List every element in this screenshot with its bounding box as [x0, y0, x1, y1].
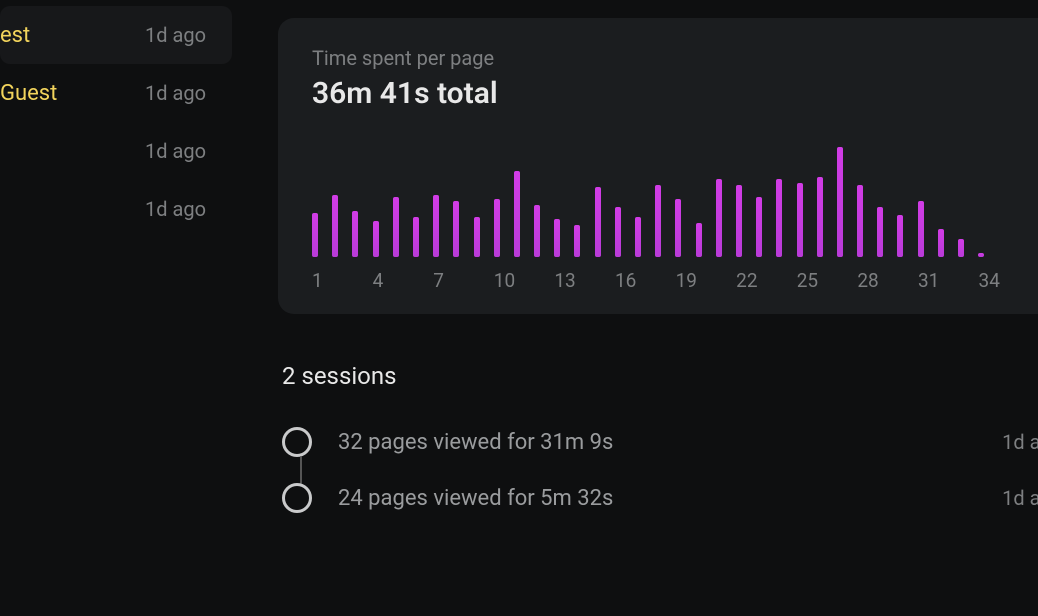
chart-bar [574, 225, 580, 257]
chart-bar [776, 179, 782, 257]
chart-x-axis: 147101316192225283134 [312, 269, 1038, 292]
time-per-page-chart [312, 137, 1038, 257]
chart-bar [978, 253, 984, 257]
card-title: 36m 41s total [312, 76, 1038, 111]
session-row-1[interactable]: 24 pages viewed for 5m 32s 1d ago [282, 470, 1038, 526]
axis-tick: 13 [554, 269, 615, 292]
card-subtitle: Time spent per page [312, 46, 1038, 70]
axis-tick: 31 [918, 269, 979, 292]
chart-bar [837, 147, 843, 257]
chart-bar [756, 197, 762, 257]
sidebar-item-ago: 1d ago [145, 139, 206, 163]
chart-bar [595, 187, 601, 257]
chart-bar [413, 217, 419, 257]
chart-bar [393, 197, 399, 257]
chart-bar [918, 201, 924, 257]
axis-tick: 10 [494, 269, 555, 292]
sidebar-item-1[interactable]: Guest 1d ago [0, 64, 232, 122]
sidebar-item-label: Guest [0, 81, 145, 106]
chart-bar [877, 207, 883, 257]
sidebar: est 1d ago Guest 1d ago 1d ago 1d ago [0, 0, 232, 616]
session-marker-icon [282, 427, 312, 457]
axis-tick: 28 [857, 269, 918, 292]
chart-bar [615, 207, 621, 257]
session-marker-icon [282, 483, 312, 513]
axis-tick: 4 [373, 269, 434, 292]
chart-bar [797, 183, 803, 257]
chart-bar [534, 205, 540, 257]
sidebar-item-label: est [0, 23, 145, 48]
chart-bar [716, 179, 722, 257]
chart-bar [554, 219, 560, 257]
axis-tick: 22 [736, 269, 797, 292]
chart-bar [352, 211, 358, 257]
chart-bar [433, 195, 439, 257]
axis-tick: 1 [312, 269, 373, 292]
sessions-heading: 2 sessions [282, 362, 1038, 390]
sidebar-item-3[interactable]: 1d ago [0, 180, 232, 238]
chart-bar [332, 195, 338, 257]
axis-tick: 16 [615, 269, 676, 292]
chart-bar [655, 185, 661, 257]
chart-bar [474, 217, 480, 257]
chart-bar [696, 223, 702, 257]
axis-tick: 19 [676, 269, 737, 292]
session-ago: 1d ago [1002, 430, 1038, 454]
chart-bar [494, 199, 500, 257]
sidebar-item-ago: 1d ago [145, 81, 206, 105]
sidebar-item-2[interactable]: 1d ago [0, 122, 232, 180]
chart-bar [514, 171, 520, 257]
chart-bar [897, 215, 903, 257]
chart-bar [675, 199, 681, 257]
session-text: 24 pages viewed for 5m 32s [338, 486, 1002, 511]
chart-bar [635, 217, 641, 257]
axis-tick: 34 [979, 269, 1038, 292]
session-text: 32 pages viewed for 31m 9s [338, 430, 1002, 455]
chart-bar [938, 229, 944, 257]
chart-bar [817, 177, 823, 257]
chart-bar [312, 213, 318, 257]
session-row-0[interactable]: 32 pages viewed for 31m 9s 1d ago [282, 414, 1038, 470]
chart-bar [736, 185, 742, 257]
session-ago: 1d ago [1002, 486, 1038, 510]
sidebar-item-ago: 1d ago [145, 23, 206, 47]
main: Time spent per page 36m 41s total 147101… [232, 0, 1038, 616]
axis-tick: 7 [433, 269, 494, 292]
chart-bar [958, 239, 964, 257]
sidebar-item-ago: 1d ago [145, 197, 206, 221]
chart-bar [857, 185, 863, 257]
axis-tick: 25 [797, 269, 858, 292]
sidebar-item-0[interactable]: est 1d ago [0, 6, 232, 64]
time-per-page-card: Time spent per page 36m 41s total 147101… [278, 18, 1038, 314]
chart-bar [453, 201, 459, 257]
chart-bar [373, 221, 379, 257]
